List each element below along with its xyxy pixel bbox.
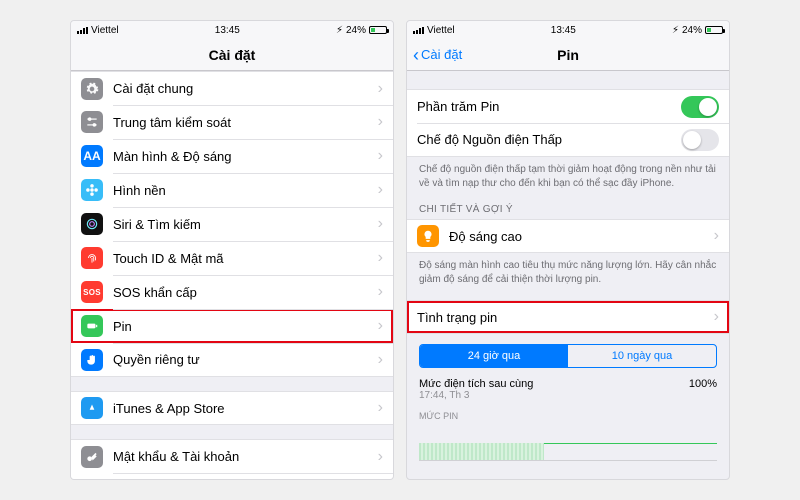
- row-privacy[interactable]: Quyền riêng tư ›: [71, 343, 393, 377]
- back-label: Cài đặt: [421, 47, 462, 62]
- clock: 13:45: [551, 25, 576, 36]
- toggle-battery-percentage[interactable]: [681, 96, 719, 118]
- last-charge-value: 100%: [689, 378, 717, 390]
- chevron-left-icon: ‹: [413, 46, 419, 64]
- row-brightness-insight[interactable]: Độ sáng cao ›: [407, 219, 729, 253]
- last-charge-time: 17:44, Th 3: [407, 390, 729, 405]
- row-label: Chế độ Nguồn điện Thấp: [417, 132, 681, 147]
- sliders-icon: [81, 111, 103, 133]
- flower-icon: [81, 179, 103, 201]
- chevron-right-icon: ›: [714, 308, 729, 326]
- row-low-power-mode[interactable]: Chế độ Nguồn điện Thấp: [407, 123, 729, 157]
- chevron-right-icon: ›: [378, 113, 393, 131]
- low-power-note: Chế độ nguồn điện thấp tạm thời giảm hoạ…: [407, 157, 729, 190]
- settings-list[interactable]: Cài đặt chung › Trung tâm kiểm soát › AA…: [71, 71, 393, 479]
- carrier-label: Viettel: [91, 25, 119, 36]
- row-label: Quyền riêng tư: [113, 352, 378, 367]
- row-label: Trung tâm kiểm soát: [113, 115, 378, 130]
- back-button[interactable]: ‹ Cài đặt: [413, 46, 462, 64]
- chart-header: MỨC PIN: [407, 405, 729, 421]
- chevron-right-icon: ›: [378, 181, 393, 199]
- row-label: SOS khẩn cấp: [113, 285, 378, 300]
- row-label: Siri & Tìm kiếm: [113, 217, 378, 232]
- row-label: Pin: [113, 319, 378, 334]
- signal-icon: [77, 27, 88, 34]
- last-charge-label: Mức điện tích sau cùng: [419, 378, 533, 390]
- row-label: Màn hình & Độ sáng: [113, 149, 378, 164]
- battery-icon: [369, 26, 387, 34]
- battery-level-chart: [419, 423, 717, 461]
- mail-icon: [81, 479, 103, 480]
- battery-pct: 24%: [682, 25, 702, 36]
- clock: 13:45: [215, 25, 240, 36]
- key-icon: [81, 446, 103, 468]
- row-label: Tình trạng pin: [417, 310, 714, 325]
- dual-screenshot-stage: Viettel 13:45 ⚡︎ 24% Cài đặt Cài đặt chu…: [70, 20, 730, 480]
- nav-bar: Cài đặt: [71, 39, 393, 71]
- row-label: Touch ID & Mật mã: [113, 251, 378, 266]
- time-range-segmented[interactable]: 24 giờ qua 10 ngày qua: [419, 344, 717, 368]
- status-bar: Viettel 13:45 ⚡︎ 24%: [71, 21, 393, 39]
- chevron-right-icon: ›: [378, 215, 393, 233]
- row-label: Độ sáng cao: [449, 229, 714, 244]
- row-display[interactable]: AA Màn hình & Độ sáng ›: [71, 139, 393, 173]
- fingerprint-icon: [81, 247, 103, 269]
- row-wallpaper[interactable]: Hình nền ›: [71, 173, 393, 207]
- row-passwords[interactable]: Mật khẩu & Tài khoản ›: [71, 439, 393, 473]
- row-touchid[interactable]: Touch ID & Mật mã ›: [71, 241, 393, 275]
- row-label: Hình nền: [113, 183, 378, 198]
- seg-24h[interactable]: 24 giờ qua: [420, 345, 568, 367]
- row-mail[interactable]: Mail ›: [71, 473, 393, 479]
- insights-header: CHI TIẾT VÀ GỢI Ý: [407, 190, 729, 219]
- row-battery[interactable]: Pin ›: [71, 309, 393, 343]
- page-title: Pin: [557, 47, 579, 63]
- battery-screen[interactable]: Phần trăm Pin Chế độ Nguồn điện Thấp Chế…: [407, 71, 729, 479]
- page-title: Cài đặt: [209, 47, 256, 63]
- row-label: Phần trăm Pin: [417, 99, 681, 114]
- chevron-right-icon: ›: [378, 283, 393, 301]
- signal-icon: [413, 27, 424, 34]
- charging-icon: ⚡︎: [336, 25, 343, 36]
- nav-bar: ‹ Cài đặt Pin: [407, 39, 729, 71]
- chevron-right-icon: ›: [378, 448, 393, 466]
- seg-10d[interactable]: 10 ngày qua: [568, 345, 716, 367]
- brightness-note: Độ sáng màn hình cao tiêu thụ mức năng l…: [407, 253, 729, 286]
- phone-right-battery: Viettel 13:45 ⚡︎ 24% ‹ Cài đặt Pin Phần …: [406, 20, 730, 480]
- chevron-right-icon: ›: [378, 399, 393, 417]
- charging-icon: ⚡︎: [672, 25, 679, 36]
- siri-icon: [81, 213, 103, 235]
- chevron-right-icon: ›: [378, 317, 393, 335]
- chevron-right-icon: ›: [378, 249, 393, 267]
- chevron-right-icon: ›: [378, 80, 393, 98]
- phone-left-settings: Viettel 13:45 ⚡︎ 24% Cài đặt Cài đặt chu…: [70, 20, 394, 480]
- row-label: Cài đặt chung: [113, 81, 378, 96]
- display-icon: AA: [81, 145, 103, 167]
- row-siri[interactable]: Siri & Tìm kiếm ›: [71, 207, 393, 241]
- row-control-center[interactable]: Trung tâm kiểm soát ›: [71, 105, 393, 139]
- battery-icon: [81, 315, 103, 337]
- toggle-low-power-mode[interactable]: [681, 129, 719, 151]
- row-sos[interactable]: SOS SOS khẩn cấp ›: [71, 275, 393, 309]
- carrier-label: Viettel: [427, 25, 455, 36]
- appstore-icon: [81, 397, 103, 419]
- hand-icon: [81, 349, 103, 371]
- bulb-icon: [417, 225, 439, 247]
- status-bar: Viettel 13:45 ⚡︎ 24%: [407, 21, 729, 39]
- chevron-right-icon: ›: [378, 351, 393, 369]
- chevron-right-icon: ›: [714, 227, 729, 245]
- chevron-right-icon: ›: [378, 147, 393, 165]
- battery-pct: 24%: [346, 25, 366, 36]
- sos-icon: SOS: [81, 281, 103, 303]
- row-appstore[interactable]: iTunes & App Store ›: [71, 391, 393, 425]
- row-label: Mật khẩu & Tài khoản: [113, 449, 378, 464]
- row-general[interactable]: Cài đặt chung ›: [71, 71, 393, 105]
- row-battery-percentage[interactable]: Phần trăm Pin: [407, 89, 729, 123]
- battery-icon: [705, 26, 723, 34]
- gear-icon: [81, 78, 103, 100]
- last-charge-row: Mức điện tích sau cùng 100%: [407, 374, 729, 390]
- row-battery-health[interactable]: Tình trạng pin ›: [407, 300, 729, 334]
- row-label: iTunes & App Store: [113, 401, 378, 416]
